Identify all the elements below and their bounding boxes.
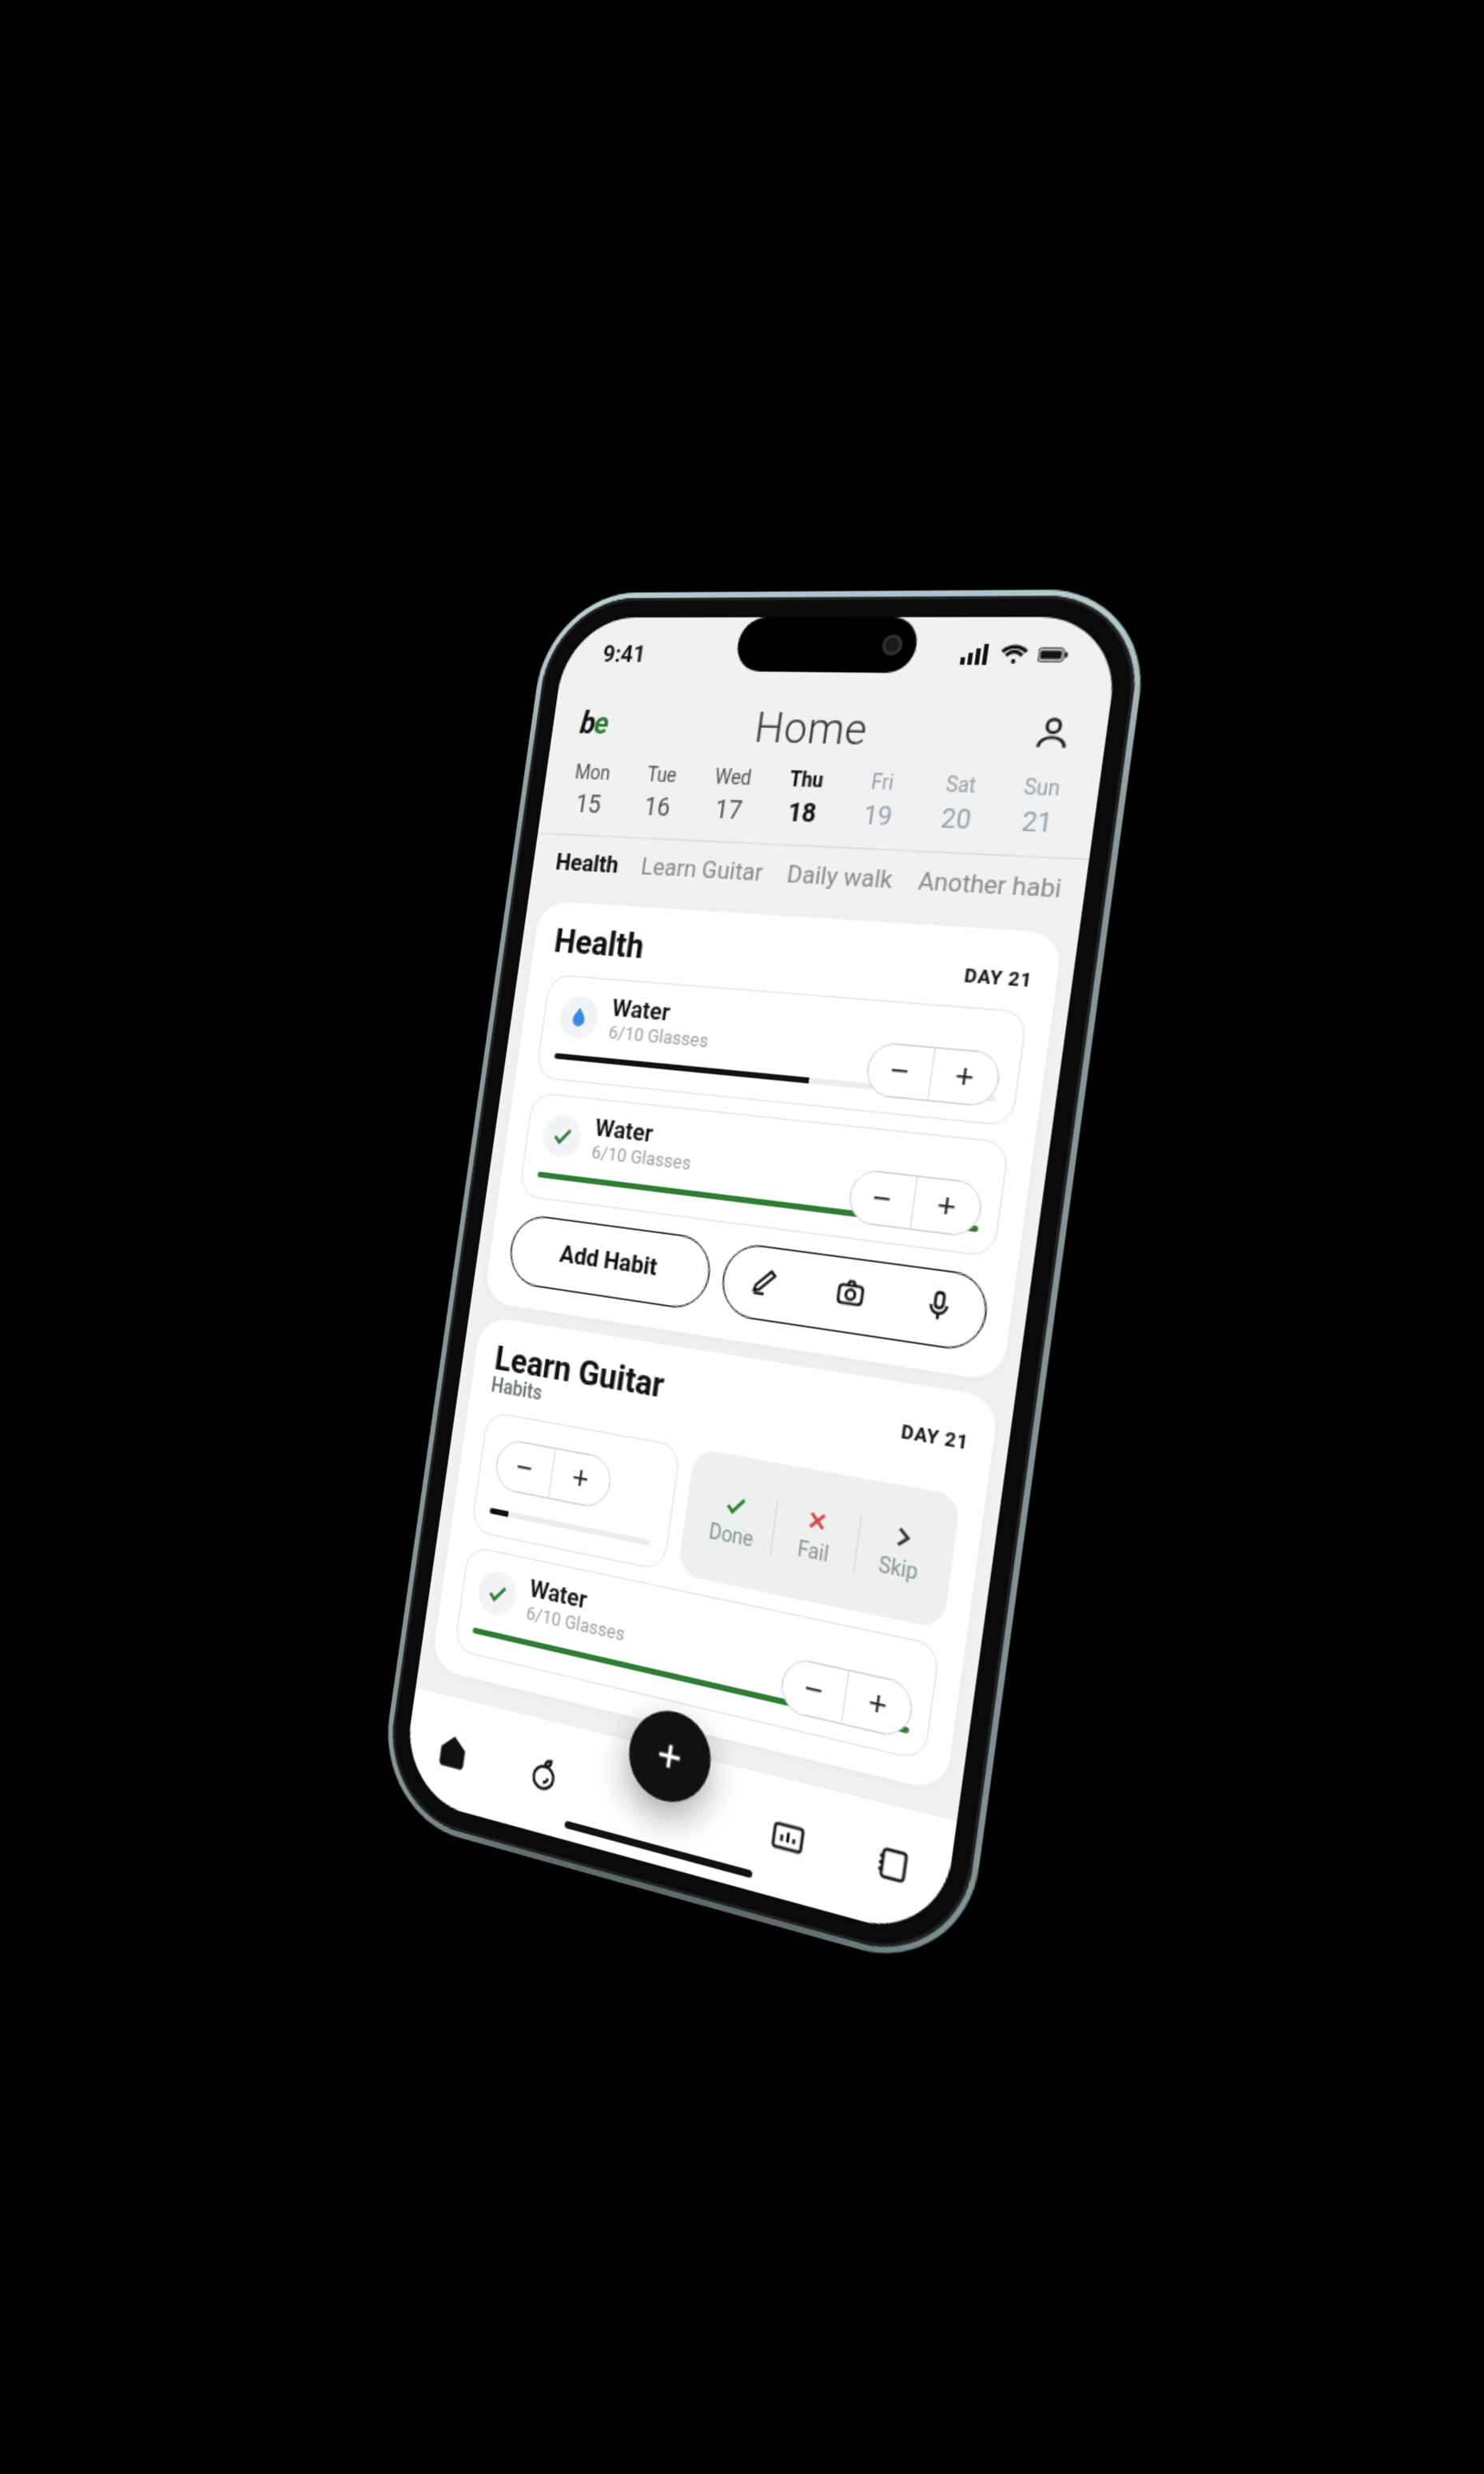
section-health: Health DAY 21 Water 6/10 [483, 901, 1063, 1382]
plus-button[interactable]: + [841, 1671, 913, 1738]
minus-button[interactable]: − [847, 1170, 917, 1229]
camera-icon[interactable] [832, 1274, 869, 1317]
habit-swipe-handle[interactable]: − + [470, 1410, 681, 1571]
habit-stepper: − + [778, 1656, 915, 1740]
check-icon [540, 1112, 583, 1159]
signal-icon [958, 642, 992, 673]
plus-button[interactable]: + [910, 1177, 982, 1237]
date-sun[interactable]: Sun21 [997, 775, 1082, 842]
battery-icon [1035, 642, 1069, 673]
mic-icon[interactable] [920, 1286, 958, 1330]
nav-stats[interactable] [765, 1812, 808, 1867]
tab-daily-walk[interactable]: Daily walk [785, 861, 894, 896]
plus-button[interactable]: + [549, 1450, 612, 1509]
content-scroll[interactable]: Health DAY 21 Water 6/10 [416, 886, 1080, 1820]
quick-log-bar [717, 1241, 991, 1354]
section-guitar-day: DAY 21 [899, 1422, 969, 1456]
bottom-nav [400, 1686, 957, 1943]
habit-stepper: − + [845, 1168, 984, 1239]
tab-another-habit[interactable]: Another habi [916, 867, 1063, 905]
plus-button[interactable]: + [929, 1048, 1001, 1106]
check-icon [475, 1567, 519, 1617]
status-icons [958, 642, 1069, 674]
nav-journal[interactable] [871, 1840, 916, 1896]
habit-progress [537, 1171, 978, 1232]
nav-spacer [622, 1797, 702, 1818]
nav-nutrition[interactable] [524, 1751, 563, 1803]
section-health-day: DAY 21 [962, 965, 1033, 993]
date-thu[interactable]: Thu18 [765, 768, 842, 832]
page-title: Home [751, 703, 871, 757]
minus-button[interactable]: − [865, 1043, 935, 1100]
swipe-done[interactable]: Done [690, 1485, 777, 1557]
home-indicator [564, 1820, 753, 1879]
nav-home[interactable] [433, 1728, 471, 1778]
habit-progress [489, 1508, 650, 1546]
phone-frame: 9:41 [380, 595, 1147, 1971]
date-tue[interactable]: Tue16 [623, 764, 696, 825]
swipe-skip[interactable]: Skip [852, 1515, 946, 1590]
minus-button[interactable]: − [779, 1657, 849, 1723]
tab-health[interactable]: Health [554, 849, 620, 880]
swipe-fail[interactable]: Fail [769, 1500, 860, 1573]
pencil-icon[interactable] [747, 1263, 782, 1305]
add-habit-button[interactable]: Add Habit [506, 1213, 714, 1312]
minus-button[interactable]: − [494, 1439, 555, 1498]
wifi-icon [997, 642, 1030, 673]
app-logo[interactable]: be [578, 707, 610, 742]
date-fri[interactable]: Fri19 [840, 770, 920, 835]
tab-learn-guitar[interactable]: Learn Guitar [639, 853, 764, 888]
screen: 9:41 [400, 617, 1123, 1943]
swipe-actions: Done Fail Skip [677, 1448, 961, 1629]
status-time: 9:41 [600, 641, 647, 669]
profile-button[interactable] [1029, 712, 1075, 758]
date-wed[interactable]: Wed17 [692, 766, 767, 829]
notch [734, 617, 920, 673]
section-health-title: Health [551, 921, 646, 967]
habit-stepper: − + [863, 1041, 1002, 1108]
habit-progress [554, 1053, 997, 1102]
date-sat[interactable]: Sat20 [917, 773, 999, 838]
habit-stepper: − + [492, 1438, 613, 1510]
date-mon[interactable]: Mon15 [554, 762, 625, 822]
water-drop-icon [557, 994, 600, 1040]
